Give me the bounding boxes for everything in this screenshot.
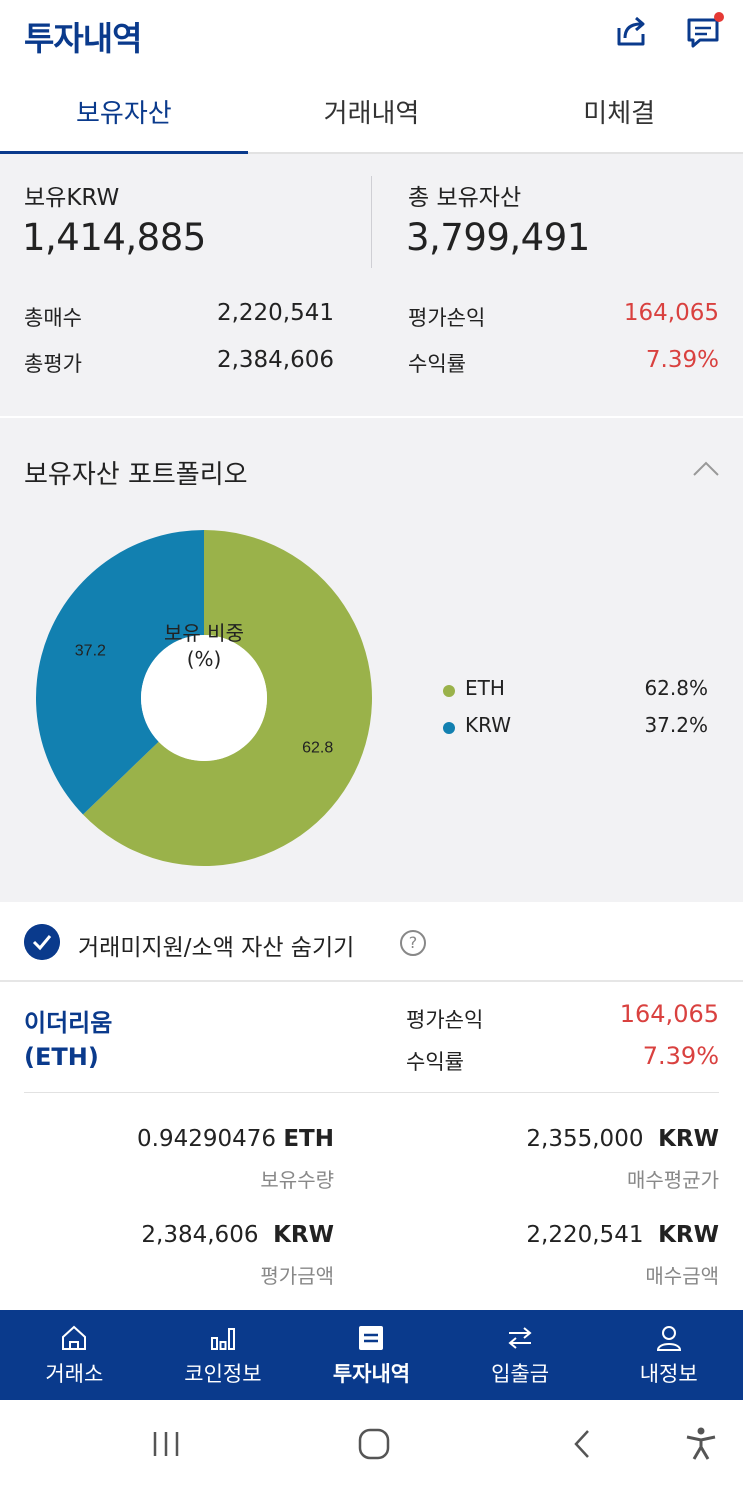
total-assets-value: 3,799,491 <box>406 216 590 259</box>
legend-name: KRW <box>465 713 511 737</box>
rate-label: 수익률 <box>408 352 466 376</box>
divider <box>371 176 372 268</box>
legend-dot <box>443 722 455 734</box>
share-icon[interactable] <box>611 12 651 52</box>
tab-holdings[interactable]: 보유자산 <box>0 80 248 154</box>
buy-amount: 2,220,541 KRW <box>420 1222 719 1248</box>
checkbox-checked-icon[interactable] <box>24 924 60 960</box>
nav-label: 입출금 <box>491 1362 550 1386</box>
donut-center-label: 보유 비중 (%) <box>141 620 267 704</box>
nav-deposit-withdraw[interactable]: 입출금 <box>446 1310 595 1400</box>
eval-amount-unit: KRW <box>273 1222 334 1248</box>
home-icon <box>62 1325 87 1350</box>
legend-item-eth: ETH 62.8% <box>443 676 708 706</box>
user-icon <box>656 1326 681 1351</box>
buy-amount-value: 2,220,541 <box>526 1222 644 1248</box>
total-buy-value: 2,220,541 <box>216 300 334 326</box>
hide-small-assets-label: 거래미지원/소액 자산 숨기기 <box>78 935 355 961</box>
krw-label: 보유KRW <box>24 185 120 211</box>
home-button-icon[interactable] <box>356 1426 392 1462</box>
total-eval-value: 2,384,606 <box>216 347 334 373</box>
donut-data-label: 37.2 <box>75 643 106 660</box>
total-buy-label: 총매수 <box>24 306 82 330</box>
portfolio-title: 보유자산 포트폴리오 <box>24 460 248 490</box>
chat-icon[interactable] <box>684 12 724 52</box>
legend-item-krw: KRW 37.2% <box>443 713 708 743</box>
accessibility-icon[interactable] <box>683 1426 719 1462</box>
tab-pending[interactable]: 미체결 <box>495 80 743 152</box>
coin-rate-label: 수익률 <box>406 1050 464 1074</box>
help-icon[interactable]: ? <box>400 930 426 956</box>
divider <box>24 1092 719 1093</box>
avg-buy-price-unit: KRW <box>658 1126 719 1152</box>
donut-center-line2: (%) <box>186 647 222 671</box>
pl-value: 164,065 <box>623 300 719 326</box>
page-title: 투자내역 <box>24 19 142 58</box>
total-eval-label: 총평가 <box>24 352 82 376</box>
legend-pct: 62.8% <box>644 676 708 700</box>
bottom-nav: 거래소 코인정보 투자내역 입출금 내정보 <box>0 1310 743 1400</box>
avg-buy-price-value: 2,355,000 <box>526 1126 644 1152</box>
back-icon[interactable] <box>565 1426 601 1462</box>
avg-buy-price: 2,355,000 KRW <box>420 1126 719 1152</box>
rate-value: 7.39% <box>645 347 719 373</box>
asset-summary: 보유KRW 1,414,885 총 보유자산 3,799,491 총매수 2,2… <box>0 154 743 416</box>
coin-pl-label: 평가손익 <box>406 1008 484 1032</box>
coin-symbol: (ETH) <box>24 1043 99 1071</box>
nav-coin-info[interactable]: 코인정보 <box>149 1310 298 1400</box>
eval-amount-label: 평가금액 <box>260 1264 334 1288</box>
nav-investments[interactable]: 투자내역 <box>297 1310 446 1400</box>
list-icon <box>359 1326 384 1350</box>
nav-label: 거래소 <box>45 1362 104 1386</box>
coin-rate-value: 7.39% <box>642 1042 719 1070</box>
nav-label: 내정보 <box>639 1362 698 1386</box>
nav-label: 코인정보 <box>184 1362 262 1386</box>
pl-label: 평가손익 <box>408 306 486 330</box>
donut-center-line1: 보유 비중 <box>164 621 244 645</box>
app-header: 투자내역 <box>0 0 743 80</box>
transfer-icon <box>508 1327 532 1349</box>
eval-amount: 2,384,606 KRW <box>60 1222 334 1248</box>
holding-qty-label: 보유수량 <box>260 1168 334 1192</box>
buy-amount-unit: KRW <box>658 1222 719 1248</box>
tab-bar: 보유자산 거래내역 미체결 <box>0 80 743 154</box>
legend-name: ETH <box>465 676 505 700</box>
eval-amount-value: 2,384,606 <box>141 1222 259 1248</box>
legend-dot <box>443 685 455 697</box>
hide-small-assets-row[interactable]: 거래미지원/소액 자산 숨기기 ? <box>0 902 743 982</box>
holding-qty: 0.94290476 ETH <box>60 1126 334 1152</box>
coin-name-kr: 이더리움 <box>24 1009 113 1037</box>
holding-qty-value: 0.94290476 <box>137 1126 277 1152</box>
buy-amount-label: 매수금액 <box>645 1264 719 1288</box>
nav-label: 투자내역 <box>332 1362 411 1386</box>
legend-pct: 37.2% <box>644 713 708 737</box>
system-nav-bar <box>0 1400 743 1487</box>
recent-apps-icon[interactable] <box>148 1426 184 1462</box>
krw-value: 1,414,885 <box>22 216 206 259</box>
bar-chart-icon <box>210 1328 235 1350</box>
coin-pl-value: 164,065 <box>619 1000 719 1028</box>
total-assets-label: 총 보유자산 <box>408 185 522 211</box>
donut-data-label: 62.8 <box>302 739 333 756</box>
coin-name[interactable]: 이더리움 (ETH) <box>24 1006 112 1074</box>
chevron-up-icon[interactable] <box>692 458 720 478</box>
avg-buy-price-label: 매수평균가 <box>627 1168 719 1192</box>
holding-qty-unit: ETH <box>283 1126 334 1152</box>
nav-my-info[interactable]: 내정보 <box>594 1310 743 1400</box>
tab-history[interactable]: 거래내역 <box>248 80 496 152</box>
notification-dot <box>714 12 724 22</box>
portfolio-section: 보유자산 포트폴리오 62.8 37.2 ETH 62.8% KRW 37.2% <box>0 418 743 902</box>
nav-exchange[interactable]: 거래소 <box>0 1310 149 1400</box>
